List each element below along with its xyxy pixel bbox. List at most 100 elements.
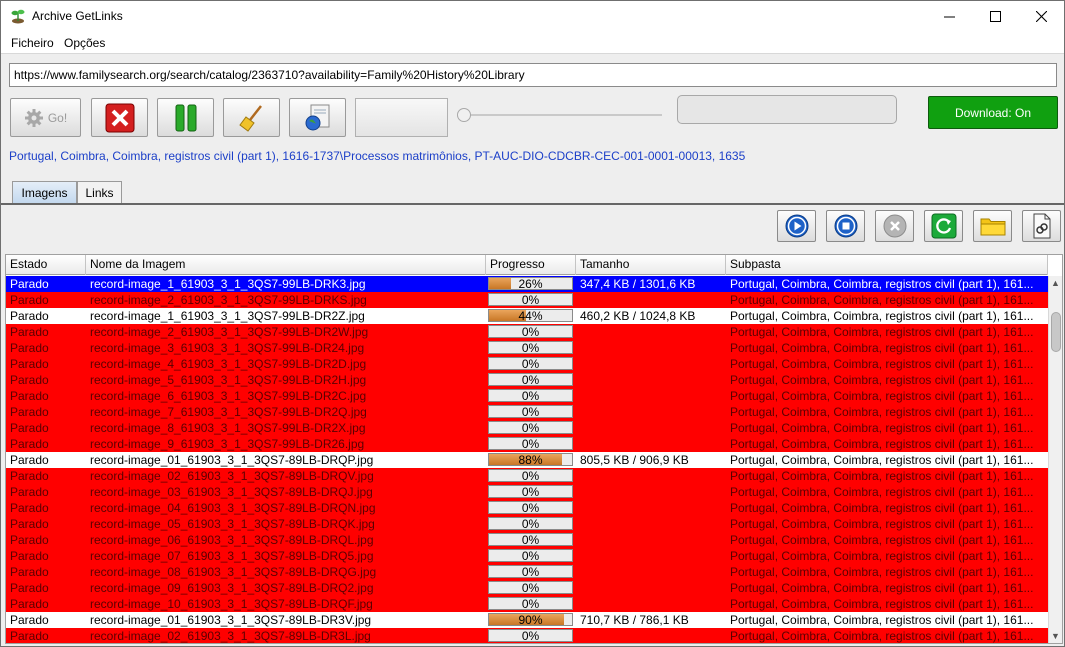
row-progress-bar: 0% xyxy=(488,485,573,498)
cancel-button[interactable] xyxy=(875,210,914,242)
cell-tamanho xyxy=(576,532,726,548)
row-progress-text: 0% xyxy=(521,373,540,386)
document-link-button[interactable] xyxy=(1022,210,1061,242)
cell-estado: Parado xyxy=(10,565,49,579)
cell-estado: Parado xyxy=(10,421,49,435)
row-progress-bar: 0% xyxy=(488,549,573,562)
table-row[interactable]: Parado record-image_4_61903_3_1_3QS7-99LB… xyxy=(6,356,1048,372)
tab-links[interactable]: Links xyxy=(77,181,122,204)
table-header: Estado Nome da Imagem Progresso Tamanho … xyxy=(6,255,1048,275)
stop-button[interactable] xyxy=(826,210,865,242)
speed-slider-track[interactable] xyxy=(464,114,662,116)
open-folder-button[interactable] xyxy=(973,210,1012,242)
column-header-subpasta[interactable]: Subpasta xyxy=(726,255,1048,275)
table-row[interactable]: Parado record-image_09_61903_3_1_3QS7-89L… xyxy=(6,580,1048,596)
close-window-button[interactable] xyxy=(1018,1,1064,32)
table-row[interactable]: Parado record-image_8_61903_3_1_3QS7-99LB… xyxy=(6,420,1048,436)
download-toggle-label: Download: On xyxy=(954,105,1032,120)
stop-all-button[interactable] xyxy=(91,98,148,137)
maximize-button[interactable] xyxy=(972,1,1018,32)
table-row[interactable]: Parado record-image_1_61903_3_1_3QS7-99LB… xyxy=(6,308,1048,324)
row-progress-bar: 0% xyxy=(488,373,573,386)
row-progress-text: 0% xyxy=(521,629,540,642)
speed-slider-handle[interactable] xyxy=(457,108,471,122)
title-bar[interactable]: Archive GetLinks xyxy=(1,1,1064,32)
table-row[interactable]: Parado record-image_03_61903_3_1_3QS7-89L… xyxy=(6,484,1048,500)
table-row[interactable]: Parado record-image_02_61903_3_1_3QS7-89L… xyxy=(6,468,1048,484)
cell-tamanho xyxy=(576,372,726,388)
cell-tamanho xyxy=(576,324,726,340)
table-row[interactable]: Parado record-image_07_61903_3_1_3QS7-89L… xyxy=(6,548,1048,564)
cell-nome-imagem: record-image_05_61903_3_1_3QS7-89LB-DRQK… xyxy=(90,517,375,531)
go-button[interactable]: Go! xyxy=(10,98,81,137)
cell-subpasta: Portugal, Coimbra, Coimbra, registros ci… xyxy=(730,453,1034,467)
web-page-button[interactable] xyxy=(289,98,346,137)
cell-tamanho: 710,7 KB / 786,1 KB xyxy=(580,613,689,627)
table-row[interactable]: Parado record-image_2_61903_3_1_3QS7-99LB… xyxy=(6,292,1048,308)
column-header-progresso[interactable]: Progresso xyxy=(486,255,576,275)
column-header-estado[interactable]: Estado xyxy=(6,255,86,275)
cell-tamanho xyxy=(576,484,726,500)
table-row[interactable]: Parado record-image_01_61903_3_1_3QS7-89L… xyxy=(6,612,1048,628)
cell-estado: Parado xyxy=(10,389,49,403)
cell-subpasta: Portugal, Coimbra, Coimbra, registros ci… xyxy=(730,389,1034,403)
table-scrollbar[interactable]: ▲ ▼ xyxy=(1048,276,1062,643)
cell-subpasta: Portugal, Coimbra, Coimbra, registros ci… xyxy=(730,357,1034,371)
cell-estado: Parado xyxy=(10,469,49,483)
table-row[interactable]: Parado record-image_01_61903_3_1_3QS7-89L… xyxy=(6,452,1048,468)
cell-nome-imagem: record-image_6_61903_3_1_3QS7-99LB-DR2C.… xyxy=(90,389,367,403)
refresh-button[interactable] xyxy=(924,210,963,242)
stop-icon xyxy=(834,214,857,238)
cell-subpasta: Portugal, Coimbra, Coimbra, registros ci… xyxy=(730,517,1034,531)
close-icon xyxy=(1035,11,1047,22)
cell-subpasta: Portugal, Coimbra, Coimbra, registros ci… xyxy=(730,325,1034,339)
table-row[interactable]: Parado record-image_1_61903_3_1_3QS7-99LB… xyxy=(6,276,1048,292)
download-toggle-button[interactable]: Download: On xyxy=(928,96,1058,129)
tab-links-label: Links xyxy=(85,186,114,200)
cell-estado: Parado xyxy=(10,357,49,371)
url-input[interactable] xyxy=(9,63,1057,87)
table-row[interactable]: Parado record-image_05_61903_3_1_3QS7-89L… xyxy=(6,516,1048,532)
clean-button[interactable] xyxy=(223,98,280,137)
tab-imagens[interactable]: Imagens xyxy=(12,181,77,204)
start-button[interactable] xyxy=(777,210,816,242)
column-header-tamanho[interactable]: Tamanho xyxy=(576,255,726,275)
menu-ficheiro[interactable]: Ficheiro xyxy=(11,36,54,50)
row-progress-bar: 44% xyxy=(488,309,573,322)
table-row[interactable]: Parado record-image_7_61903_3_1_3QS7-99LB… xyxy=(6,404,1048,420)
cell-subpasta: Portugal, Coimbra, Coimbra, registros ci… xyxy=(730,533,1034,547)
cell-nome-imagem: record-image_10_61903_3_1_3QS7-89LB-DRQF… xyxy=(90,597,373,611)
row-progress-bar: 0% xyxy=(488,389,573,402)
table-row[interactable]: Parado record-image_04_61903_3_1_3QS7-89L… xyxy=(6,500,1048,516)
scrollbar-thumb[interactable] xyxy=(1051,312,1061,352)
column-header-nome[interactable]: Nome da Imagem xyxy=(86,255,486,275)
table-row[interactable]: Parado record-image_5_61903_3_1_3QS7-99LB… xyxy=(6,372,1048,388)
cell-estado: Parado xyxy=(10,373,49,387)
table-row[interactable]: Parado record-image_3_61903_3_1_3QS7-99LB… xyxy=(6,340,1048,356)
menu-opcoes[interactable]: Opções xyxy=(64,36,105,50)
minimize-button[interactable] xyxy=(926,1,972,32)
pause-button[interactable] xyxy=(157,98,214,137)
cell-nome-imagem: record-image_03_61903_3_1_3QS7-89LB-DRQJ… xyxy=(90,485,373,499)
row-progress-bar: 0% xyxy=(488,581,573,594)
table-row[interactable]: Parado record-image_02_61903_3_1_3QS7-89L… xyxy=(6,628,1048,643)
row-progress-bar: 0% xyxy=(488,501,573,514)
scroll-up-arrow-icon[interactable]: ▲ xyxy=(1051,278,1060,288)
cell-tamanho xyxy=(576,388,726,404)
cell-subpasta: Portugal, Coimbra, Coimbra, registros ci… xyxy=(730,501,1034,515)
table-row[interactable]: Parado record-image_9_61903_3_1_3QS7-99LB… xyxy=(6,436,1048,452)
scroll-down-arrow-icon[interactable]: ▼ xyxy=(1051,631,1060,641)
table-row[interactable]: Parado record-image_10_61903_3_1_3QS7-89L… xyxy=(6,596,1048,612)
gear-icon xyxy=(24,108,43,127)
cell-nome-imagem: record-image_04_61903_3_1_3QS7-89LB-DRQN… xyxy=(90,501,376,515)
table-row[interactable]: Parado record-image_6_61903_3_1_3QS7-99LB… xyxy=(6,388,1048,404)
cell-tamanho xyxy=(576,404,726,420)
row-progress-text: 0% xyxy=(521,405,540,418)
table-row[interactable]: Parado record-image_06_61903_3_1_3QS7-89L… xyxy=(6,532,1048,548)
table-row[interactable]: Parado record-image_2_61903_3_1_3QS7-99LB… xyxy=(6,324,1048,340)
cell-estado: Parado xyxy=(10,293,49,307)
cell-tamanho: 347,4 KB / 1301,6 KB xyxy=(580,277,696,291)
row-progress-bar: 88% xyxy=(488,453,573,466)
cell-estado: Parado xyxy=(10,613,49,627)
table-row[interactable]: Parado record-image_08_61903_3_1_3QS7-89L… xyxy=(6,564,1048,580)
